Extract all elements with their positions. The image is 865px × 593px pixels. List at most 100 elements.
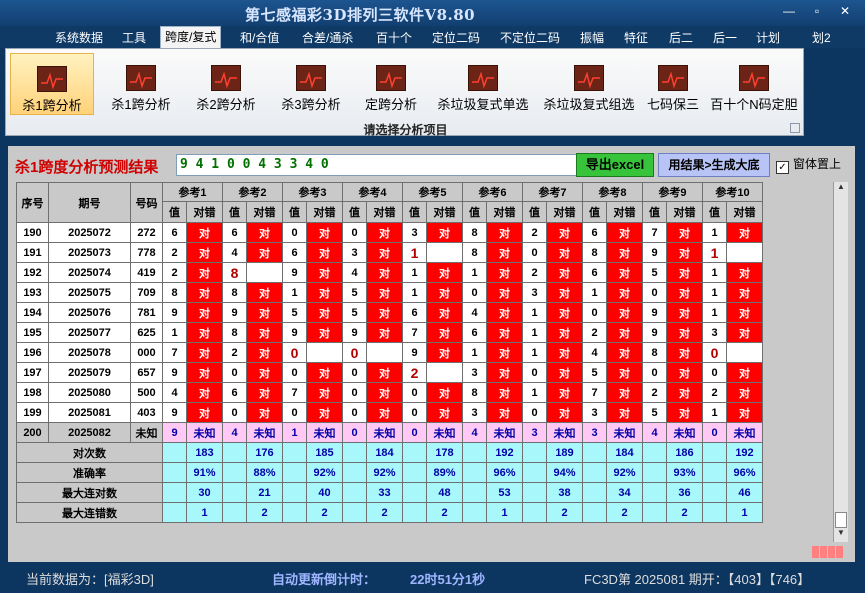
topmost-checkbox[interactable]: ✓ 窗体置上 [776,155,841,174]
scroll-thumb[interactable] [835,512,847,528]
period-cell: 2025081 [48,402,131,423]
hit-cell: 对 [486,222,523,243]
minimize-button[interactable]: — [776,2,802,20]
topmost-label: 窗体置上 [793,157,842,171]
menu-amplitude[interactable]: 振幅 [580,29,604,46]
unknown-cell: 未知 [726,422,763,443]
table-row[interactable]: 191 2025073 778 2 对 4 对 6 对 3 对 1 8 对 0 对 8 对 9 对 1 [16,242,763,263]
kill2-span-button[interactable]: 杀2跨分析 [186,53,266,115]
stats-spacer [462,442,487,463]
kill-junk-single-button[interactable]: 杀垃圾复式单选 [431,53,535,115]
value-cell: 9 [642,322,667,343]
stats-value: 33 [366,482,403,503]
miss-cell [306,342,343,363]
prediction-row[interactable]: 200 2025082 未知 9 未知 4 未知 1 未知 0 未知 0 未知 4 未知 3 未知 3 未知 4 未知 0… [16,422,763,443]
hit-cell: 对 [306,322,343,343]
chart-icon [211,65,241,91]
menu-unfixed-two[interactable]: 不定位二码 [500,29,560,46]
menu-last-one[interactable]: 后一 [713,29,737,46]
hit-cell: 对 [366,282,403,303]
menu-feature[interactable]: 特征 [624,29,648,46]
period-cell: 2025073 [48,242,131,263]
maximize-button[interactable]: ▫ [804,2,830,20]
scroll-down-icon[interactable]: ▼ [834,528,848,540]
vertical-scrollbar[interactable]: ▲ ▼ [833,182,848,542]
kill-junk-group-button[interactable]: 杀垃圾复式组选 [537,53,641,115]
hit-cell: 对 [306,362,343,383]
col-header-hit: 对错 [246,201,283,223]
miss-cell [366,342,403,363]
table-row[interactable]: 197 2025079 657 9 对 0 对 0 对 0 对 2 3 对 0 对 5 对 0 对 0 对 [16,362,763,383]
seq-cell: 192 [16,262,49,283]
seq-cell: 195 [16,322,49,343]
menu-sum-value[interactable]: 和/合值 [240,29,279,46]
result-field[interactable]: 9 4 1 0 0 4 3 3 4 0 [176,154,582,176]
value-cell: 6 [582,222,607,243]
menu-fixed-two[interactable]: 定位二码 [432,29,480,46]
stats-spacer [402,502,427,523]
value-cell: 5 [582,362,607,383]
stats-spacer [642,442,667,463]
menu-diff-kill[interactable]: 合差/通杀 [302,29,353,46]
menu-span-duplex[interactable]: 跨度/复式 [160,26,222,49]
kill3-span-button[interactable]: 杀3跨分析 [271,53,351,115]
export-excel-button[interactable]: 导出excel [576,153,654,177]
value-cell: 4 [342,262,367,283]
menu-plan[interactable]: 计划 [756,29,780,46]
stats-spacer [282,482,307,503]
table-row[interactable]: 192 2025074 419 2 对 8 9 对 4 对 1 对 1 对 2 对 6 对 5 对 1 对 [16,262,763,283]
hit-cell: 对 [546,342,583,363]
table-row[interactable]: 196 2025078 000 7 对 2 对 0 0 9 对 1 对 1 对 4 对 8 对 0 [16,342,763,363]
seven-code-button[interactable]: 七码保三 [643,53,703,115]
n-code-dan-button[interactable]: 百十个N码定胆 [707,53,801,115]
stats-spacer [462,462,487,483]
stats-value: 92% [306,462,343,483]
hit-cell: 对 [726,302,763,323]
generate-base-button[interactable]: 用结果>生成大底 [658,153,770,177]
table-row[interactable]: 198 2025080 500 4 对 6 对 7 对 0 对 0 对 8 对 1 对 7 对 2 对 2 对 [16,382,763,403]
hit-cell: 对 [306,242,343,263]
checkbox-icon[interactable]: ✓ [776,161,789,174]
ribbon-label: 杀垃圾复式组选 [543,97,635,112]
scroll-up-icon[interactable]: ▲ [834,182,848,194]
period-cell: 2025078 [48,342,131,363]
stats-value: 176 [246,442,283,463]
menu-system-data[interactable]: 系统数据 [55,29,103,46]
kill1-span-button[interactable]: 杀1跨分析 [101,53,181,115]
table-row[interactable]: 195 2025077 625 1 对 8 对 9 对 9 对 7 对 6 对 1 对 2 对 9 对 3 对 [16,322,763,343]
stats-label: 最大连错数 [16,502,163,523]
ribbon-launcher-icon[interactable] [790,123,800,133]
col-header-ref: 参考10 [702,182,763,202]
table-row[interactable]: 199 2025081 403 9 对 0 对 0 对 0 对 0 对 3 对 0 对 3 对 5 对 1 对 [16,402,763,423]
stats-value: 93% [666,462,703,483]
hit-cell: 对 [486,342,523,363]
menu-hundred-ten-unit[interactable]: 百十个 [376,29,412,46]
kill1-span-button-active[interactable]: 杀1跨分析 [10,53,94,115]
menu-last-two[interactable]: 后二 [669,29,693,46]
stats-spacer [522,502,547,523]
fixed-span-button[interactable]: 定跨分析 [354,53,428,115]
stats-row: 对次数 183 176 185 184 178 192 189 184 186 192 [16,442,763,463]
hit-cell: 对 [186,302,223,323]
value-cell: 4 [582,342,607,363]
hit-cell: 对 [546,322,583,343]
stats-value: 2 [546,502,583,523]
table-row[interactable]: 193 2025075 709 8 对 8 对 1 对 5 对 1 对 0 对 3 对 1 对 0 对 1 对 [16,282,763,303]
value-cell: 5 [342,302,367,323]
value-cell: 1 [402,242,427,263]
table-row[interactable]: 194 2025076 781 9 对 9 对 5 对 5 对 6 对 4 对 1 对 0 对 9 对 1 对 [16,302,763,323]
table-row[interactable]: 190 2025072 272 6 对 6 对 0 对 0 对 3 对 8 对 2 对 6 对 7 对 1 对 [16,222,763,243]
menu-tools[interactable]: 工具 [122,29,146,46]
seq-cell: 194 [16,302,49,323]
value-cell: 3 [702,322,727,343]
period-cell: 2025080 [48,382,131,403]
menu-plan2[interactable]: 划2 [812,29,831,46]
value-cell: 9 [282,322,307,343]
stats-spacer [282,442,307,463]
close-button[interactable]: ✕ [832,2,858,20]
hit-cell: 对 [666,222,703,243]
col-header-ref: 参考9 [642,182,703,202]
value-cell: 6 [402,302,427,323]
title-bar: 第七感福彩3D排列三软件V8.80 — ▫ ✕ [0,0,865,26]
chart-icon [658,65,688,91]
